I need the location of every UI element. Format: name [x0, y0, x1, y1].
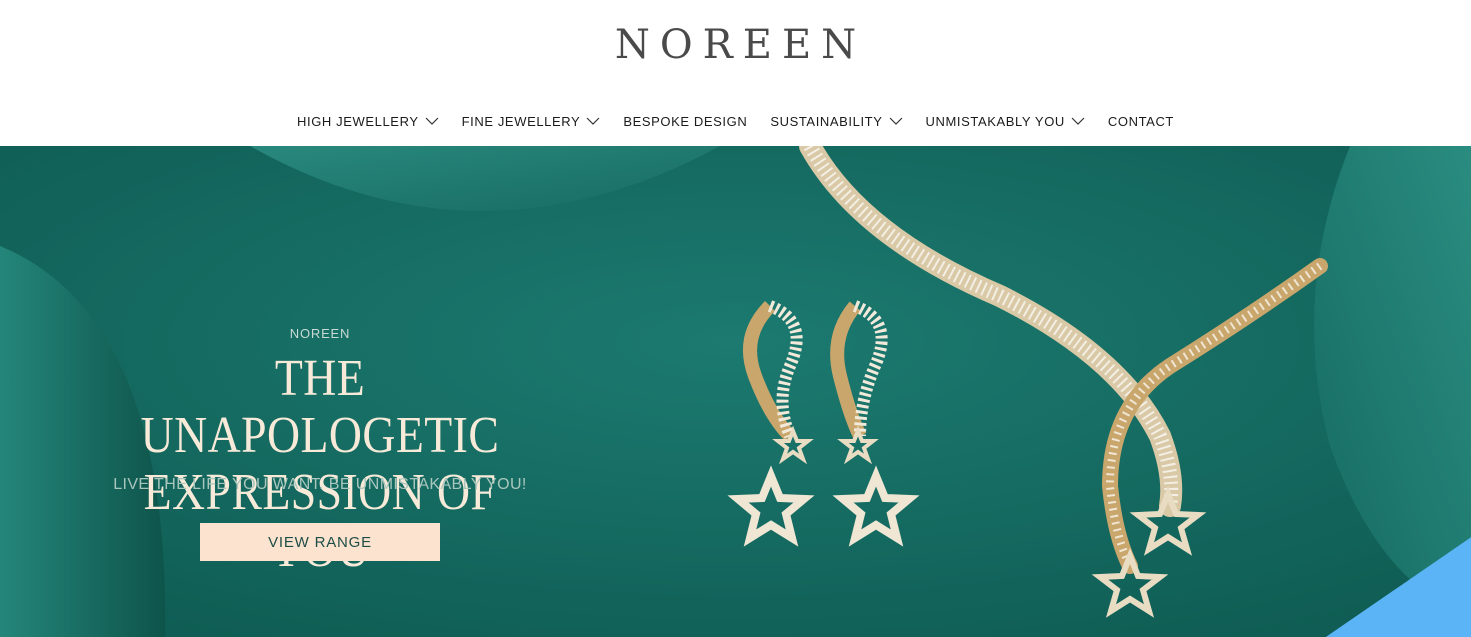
site-header: NOREEN HIGH JEWELLERY FINE JEWELLERY BES… — [0, 0, 1471, 146]
nav-item-sustainability[interactable]: SUSTAINABILITY — [770, 114, 902, 129]
nav-label: SUSTAINABILITY — [770, 113, 883, 129]
earrings — [727, 300, 920, 547]
hero-eyebrow: NOREEN — [289, 326, 351, 341]
chevron-down-icon — [425, 117, 439, 125]
view-range-button[interactable]: VIEW RANGE — [200, 523, 440, 561]
nav-item-contact[interactable]: CONTACT — [1108, 114, 1174, 129]
corner-accent — [1325, 537, 1471, 637]
nav-label: FINE JEWELLERY — [461, 113, 581, 129]
chevron-down-icon — [889, 117, 902, 125]
chevron-down-icon — [1071, 117, 1085, 125]
nav-label: UNMISTAKABLY YOU — [925, 113, 1065, 129]
necklace — [799, 146, 1328, 618]
main-nav: HIGH JEWELLERY FINE JEWELLERY BESPOKE DE… — [0, 108, 1471, 134]
chevron-down-icon — [586, 117, 600, 125]
nav-label: CONTACT — [1107, 113, 1174, 129]
hero-banner: NOREEN THE UNAPOLOGETIC EXPRESSION OF YO… — [0, 146, 1471, 637]
headline-line-1: THE UNAPOLOGETIC — [140, 350, 500, 464]
brand-logo[interactable]: NOREEN — [0, 22, 1471, 68]
nav-item-bespoke-design[interactable]: BESPOKE DESIGN — [623, 114, 747, 129]
hero-subline: LIVE THE LIFE YOU WANT. BE UNMISTAKABLY … — [113, 476, 527, 493]
nav-item-unmistakably-you[interactable]: UNMISTAKABLY YOU — [926, 114, 1085, 129]
nav-label: BESPOKE DESIGN — [623, 113, 748, 129]
nav-item-fine-jewellery[interactable]: FINE JEWELLERY — [462, 114, 601, 129]
nav-label: HIGH JEWELLERY — [297, 113, 419, 129]
nav-item-high-jewellery[interactable]: HIGH JEWELLERY — [297, 114, 439, 129]
